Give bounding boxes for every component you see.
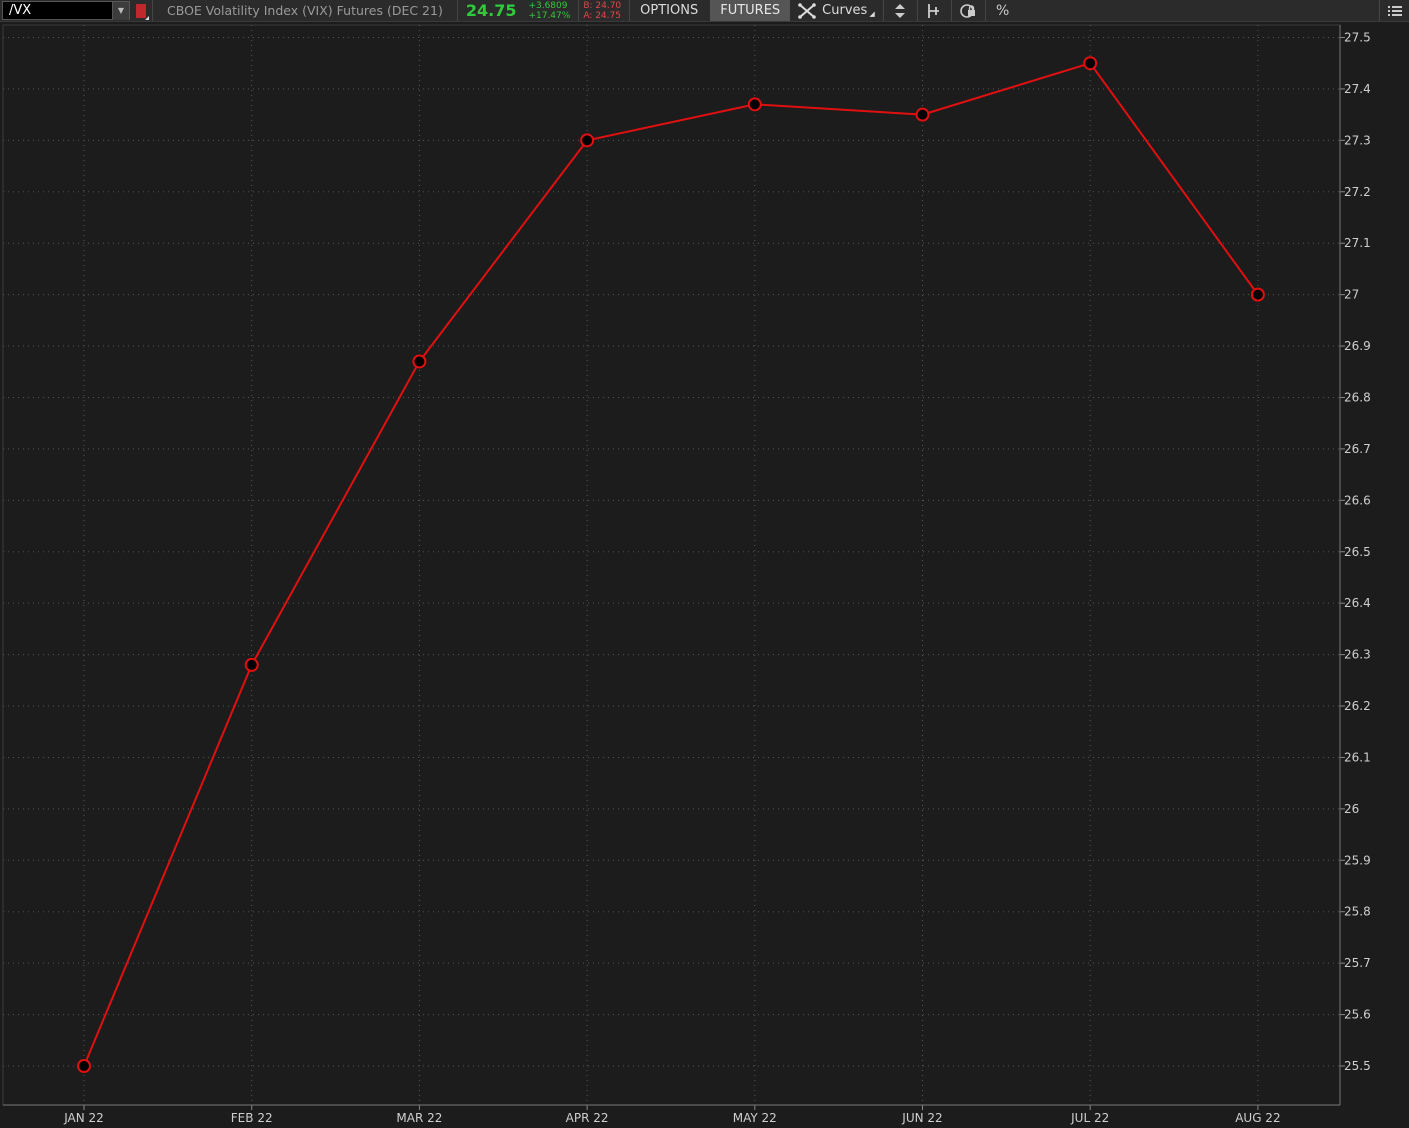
- y-tick-label: 26: [1344, 802, 1359, 816]
- y-tick-label: 25.7: [1344, 956, 1371, 970]
- data-point: [580, 133, 595, 148]
- toolbar: /VX ▼ CBOE Volatility Index (VIX) Future…: [0, 0, 1409, 22]
- y-tick-label: 26.7: [1344, 442, 1371, 456]
- y-tick-label: 26.2: [1344, 699, 1371, 713]
- last-price: 24.75: [465, 1, 517, 20]
- curves-icon: [798, 2, 816, 19]
- menu-icon[interactable]: [1379, 0, 1409, 21]
- data-point: [1083, 56, 1098, 71]
- percent-button[interactable]: %: [986, 0, 1020, 21]
- futures-curve-chart: 25.5 25.6 25.7 25.8 25.9 26 26.1 26.2 26.3 26.4 26…: [2, 24, 1371, 1125]
- y-tick-label: 26.3: [1344, 648, 1371, 662]
- flag-wrap[interactable]: [132, 0, 153, 21]
- y-tick-label: 25.8: [1344, 905, 1371, 919]
- y-tick-label: 27.4: [1344, 82, 1371, 96]
- y-tick-label: 27: [1344, 288, 1359, 302]
- change-stack: +3.6809 +17.47%: [524, 0, 580, 21]
- data-point: [915, 107, 930, 122]
- data-point: [77, 1059, 91, 1073]
- data-point: [244, 657, 259, 672]
- symbol-input[interactable]: /VX ▼: [2, 1, 130, 20]
- drawing-tool-icon: [928, 3, 940, 18]
- data-point: [412, 354, 427, 369]
- y-tick-label: 26.1: [1344, 750, 1371, 764]
- instrument-description: CBOE Volatility Index (VIX) Futures (DEC…: [167, 3, 443, 18]
- y-tick-label: 26.5: [1344, 545, 1371, 559]
- x-tick-label: JUN 22: [901, 1111, 942, 1125]
- drawing-tool-button[interactable]: [918, 0, 952, 21]
- x-tick-label: APR 22: [566, 1111, 609, 1125]
- symbol-text[interactable]: /VX: [3, 3, 31, 18]
- sort-arrows-icon: [895, 3, 906, 18]
- last-price-wrap: 24.75: [458, 0, 525, 21]
- y-tick-label: 25.5: [1344, 1059, 1371, 1073]
- curves-dropdown-icon: ◢: [869, 10, 875, 18]
- options-button[interactable]: OPTIONS: [630, 0, 708, 21]
- flag-icon[interactable]: [136, 3, 149, 20]
- x-tick-label: AUG 22: [1235, 1111, 1280, 1125]
- y-tick-label: 27.3: [1344, 133, 1371, 147]
- chevron-down-icon[interactable]: ▼: [112, 1, 129, 20]
- y-tick-label: 26.8: [1344, 390, 1371, 404]
- bid-price: B: 24.70: [583, 0, 622, 11]
- x-tick-label: FEB 22: [231, 1111, 273, 1125]
- curves-label: Curves: [822, 3, 868, 18]
- x-tick-label: MAY 22: [733, 1111, 777, 1125]
- lock-button[interactable]: [952, 0, 986, 21]
- plot-frame: [2, 24, 1341, 1106]
- list-menu-icon: [1387, 5, 1402, 16]
- data-point: [747, 97, 762, 112]
- y-tick-label: 25.9: [1344, 853, 1371, 867]
- curves-button[interactable]: Curves ◢: [792, 0, 884, 21]
- net-change: +3.6809: [528, 0, 568, 11]
- data-point: [1250, 287, 1265, 302]
- bid-ask-stack: B: 24.70 A: 24.75: [579, 0, 631, 21]
- y-tick-label: 27.5: [1344, 31, 1371, 45]
- futures-button[interactable]: FUTURES: [710, 0, 791, 21]
- ask-price: A: 24.75: [583, 10, 621, 21]
- y-tick-label: 27.1: [1344, 236, 1371, 250]
- percent-change: +17.47%: [528, 10, 571, 21]
- sort-button[interactable]: [884, 0, 918, 21]
- series-line: [83, 62, 1259, 1067]
- y-tick-label: 25.6: [1344, 1008, 1371, 1022]
- lock-icon: [960, 3, 976, 18]
- y-tick-label: 26.4: [1344, 596, 1371, 610]
- y-tick-label: 26.9: [1344, 339, 1371, 353]
- x-tick-label: MAR 22: [396, 1111, 442, 1125]
- y-tick-label: 27.2: [1344, 185, 1371, 199]
- x-tick-label: JAN 22: [63, 1111, 104, 1125]
- x-tick-label: JUL 22: [1070, 1111, 1109, 1125]
- y-tick-label: 26.6: [1344, 493, 1371, 507]
- description-wrap: CBOE Volatility Index (VIX) Futures (DEC…: [153, 0, 458, 21]
